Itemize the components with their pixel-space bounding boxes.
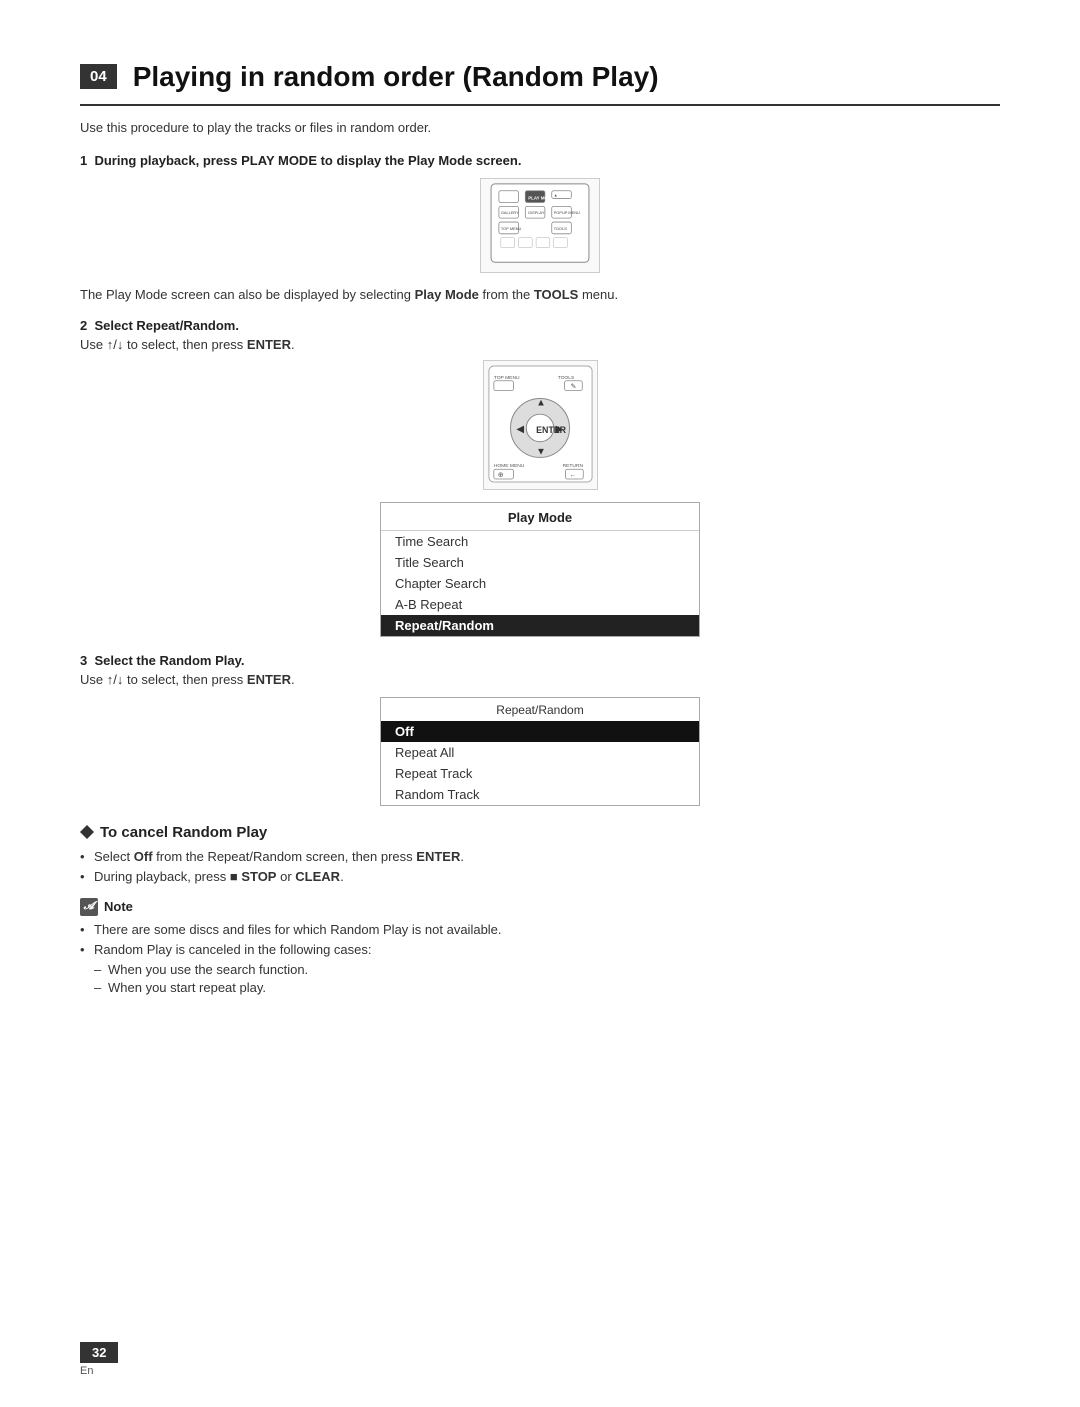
note-section: 𝓐 Note There are some discs and files fo… [80, 898, 1000, 995]
chapter-header: 04 Playing in random order (Random Play) [80, 60, 1000, 106]
intro-text: Use this procedure to play the tracks or… [80, 120, 1000, 135]
nav-remote-image: TOP MENU TOOLS ✎ ENTER ▲ ▼ ◀ ▶ HOME MENU… [80, 360, 1000, 490]
screen-item-repeat-random: Repeat/Random [381, 615, 699, 636]
screen-sub-item-random-track: Random Track [381, 784, 699, 805]
note-item-2: Random Play is canceled in the following… [80, 942, 1000, 957]
cancel-bullet-1: Select Off from the Repeat/Random screen… [80, 849, 1000, 864]
svg-text:GALLERY: GALLERY [501, 210, 519, 215]
step-2-sub: Use ↑/↓ to select, then press ENTER. [80, 337, 1000, 352]
svg-text:◀: ◀ [516, 423, 524, 434]
page-number: 32 [80, 1342, 118, 1363]
screen-sub-item-repeat-track: Repeat Track [381, 763, 699, 784]
nav-remote-svg: TOP MENU TOOLS ✎ ENTER ▲ ▼ ◀ ▶ HOME MENU… [483, 360, 598, 490]
chapter-title: Playing in random order (Random Play) [133, 60, 659, 94]
svg-text:PLAY MODE: PLAY MODE [528, 195, 554, 200]
step-3: 3 Select the Random Play. Use ↑/↓ to sel… [80, 653, 1000, 806]
page-footer: 32 En [80, 1342, 118, 1377]
screen-sub-item-repeat-all: Repeat All [381, 742, 699, 763]
step-2: 2 Select Repeat/Random. Use ↑/↓ to selec… [80, 318, 1000, 637]
page-lang: En [80, 1365, 93, 1377]
play-mode-title: Play Mode [381, 503, 699, 531]
step-1-heading: 1 During playback, press PLAY MODE to di… [80, 153, 1000, 168]
note-item-1: There are some discs and files for which… [80, 922, 1000, 937]
step-3-heading: 3 Select the Random Play. [80, 653, 1000, 668]
cancel-section: To cancel Random Play Select Off from th… [80, 824, 1000, 884]
svg-text:▲: ▲ [536, 397, 546, 408]
chapter-number: 04 [80, 64, 117, 89]
screen-item-title-search: Title Search [381, 552, 699, 573]
cancel-bullet-2: During playback, press ■ STOP or CLEAR. [80, 869, 1000, 884]
svg-text:TOP MENU: TOP MENU [493, 374, 519, 380]
screen-item-ab-repeat: A-B Repeat [381, 594, 699, 615]
svg-text:▲: ▲ [554, 192, 558, 197]
svg-text:DISPLAY: DISPLAY [528, 210, 545, 215]
remote-top-image: PLAY MODE ▲ GALLERY DISPLAY POPUP MENU T… [80, 178, 1000, 273]
svg-text:RETURN: RETURN [562, 463, 583, 469]
svg-text:TOOLS: TOOLS [554, 225, 568, 230]
remote-svg-top: PLAY MODE ▲ GALLERY DISPLAY POPUP MENU T… [480, 178, 600, 273]
step-3-sub: Use ↑/↓ to select, then press ENTER. [80, 672, 1000, 687]
note-icon: 𝓐 [80, 898, 98, 916]
note-sub-item-2: When you start repeat play. [80, 980, 1000, 995]
play-mode-screen: Play Mode Time Search Title Search Chapt… [380, 502, 700, 637]
step-2-heading: 2 Select Repeat/Random. [80, 318, 1000, 333]
svg-text:✎: ✎ [570, 383, 576, 390]
svg-text:←: ← [569, 472, 576, 479]
svg-text:▼: ▼ [536, 446, 546, 457]
step-1: 1 During playback, press PLAY MODE to di… [80, 153, 1000, 302]
diamond-icon [80, 825, 94, 839]
svg-text:TOOLS: TOOLS [557, 374, 574, 380]
svg-text:TOP MENU: TOP MENU [501, 225, 522, 230]
screen-item-chapter-search: Chapter Search [381, 573, 699, 594]
svg-text:▶: ▶ [555, 423, 563, 434]
repeat-random-title: Repeat/Random [381, 698, 699, 721]
cancel-heading: To cancel Random Play [80, 824, 1000, 841]
note-sub-item-1: When you use the search function. [80, 962, 1000, 977]
svg-text:POPUP MENU: POPUP MENU [554, 210, 580, 215]
repeat-random-screen: Repeat/Random Off Repeat All Repeat Trac… [380, 697, 700, 806]
svg-text:HOME MENU: HOME MENU [493, 463, 524, 469]
note-heading: 𝓐 Note [80, 898, 1000, 916]
screen-item-time-search: Time Search [381, 531, 699, 552]
svg-text:⊕: ⊕ [497, 472, 503, 479]
screen-sub-item-off: Off [381, 721, 699, 742]
step-1-note: The Play Mode screen can also be display… [80, 287, 1000, 302]
